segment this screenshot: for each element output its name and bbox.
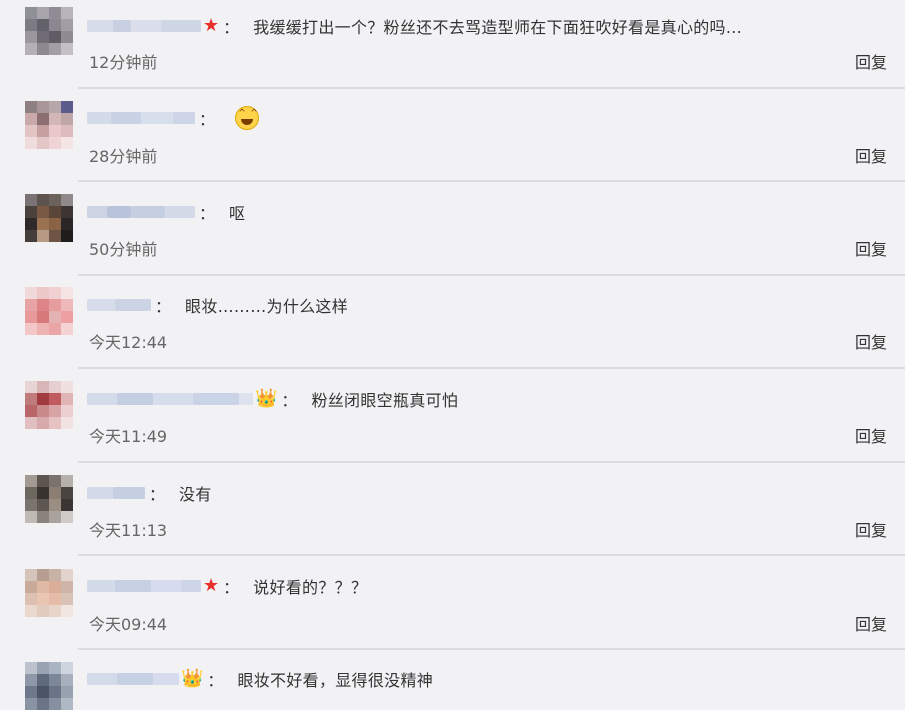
- avatar[interactable]: [25, 569, 73, 617]
- colon: ：: [199, 110, 216, 129]
- comment-time: 50分钟前: [89, 240, 158, 259]
- divider: [78, 461, 905, 463]
- reply-button[interactable]: 回复: [855, 611, 887, 635]
- username-blurred[interactable]: [87, 111, 195, 125]
- comment-time: 今天11:49: [89, 427, 168, 446]
- divider: [78, 87, 905, 89]
- star-badge-icon: ★: [203, 15, 220, 36]
- comment-text: 眼妆不好看，显得很没精神: [237, 671, 434, 690]
- comment-time: 28分钟前: [89, 147, 158, 166]
- avatar[interactable]: [25, 662, 73, 710]
- reply-button[interactable]: 回复: [855, 423, 887, 447]
- avatar[interactable]: [25, 475, 73, 523]
- laughing-tears-emoji-icon: [235, 106, 260, 130]
- avatar[interactable]: [25, 381, 73, 429]
- comment-time: 今天11:13: [89, 521, 168, 540]
- divider: [78, 554, 905, 556]
- username-blurred[interactable]: [87, 205, 195, 219]
- reply-button[interactable]: 回复: [855, 517, 887, 541]
- divider: [78, 367, 905, 369]
- reply-button[interactable]: 回复: [855, 49, 887, 73]
- username-blurred[interactable]: [87, 19, 201, 33]
- colon: ：: [223, 578, 240, 597]
- comment-text: 粉丝闭眼空瓶真可怕: [311, 391, 459, 410]
- username-blurred[interactable]: [87, 392, 253, 406]
- colon: ：: [199, 204, 216, 223]
- avatar[interactable]: [25, 101, 73, 149]
- comment-time: 12分钟前: [89, 53, 158, 72]
- comment-time: 今天09:44: [89, 615, 168, 634]
- username-blurred[interactable]: [87, 486, 145, 500]
- comment-text: 说好看的？？？: [253, 578, 368, 597]
- comment-text: 没有: [179, 485, 212, 504]
- reply-button[interactable]: 回复: [855, 236, 887, 260]
- colon: ：: [281, 391, 298, 410]
- divider: [78, 180, 905, 182]
- comment-text: 我缓缓打出一个？粉丝还不去骂造型师在下面狂吹好看是真心的吗...: [253, 18, 743, 37]
- crown-badge-icon: 👑: [181, 668, 204, 689]
- colon: ：: [207, 671, 224, 690]
- reply-button[interactable]: 回复: [855, 143, 887, 167]
- divider: [78, 274, 905, 276]
- colon: ：: [223, 18, 240, 37]
- avatar[interactable]: [25, 194, 73, 242]
- username-blurred[interactable]: [87, 579, 201, 593]
- avatar[interactable]: [25, 7, 73, 55]
- comment-text: 眼妆………为什么这样: [185, 297, 349, 316]
- comment-time: 今天12:44: [89, 333, 168, 352]
- username-blurred[interactable]: [87, 298, 151, 312]
- reply-button[interactable]: 回复: [855, 329, 887, 353]
- comment-text: 呕: [229, 204, 246, 223]
- divider: [78, 648, 905, 650]
- username-blurred[interactable]: [87, 672, 179, 686]
- colon: ：: [155, 297, 172, 316]
- star-badge-icon: ★: [203, 575, 220, 596]
- colon: ：: [149, 485, 166, 504]
- avatar[interactable]: [25, 287, 73, 335]
- crown-badge-icon: 👑: [255, 388, 278, 409]
